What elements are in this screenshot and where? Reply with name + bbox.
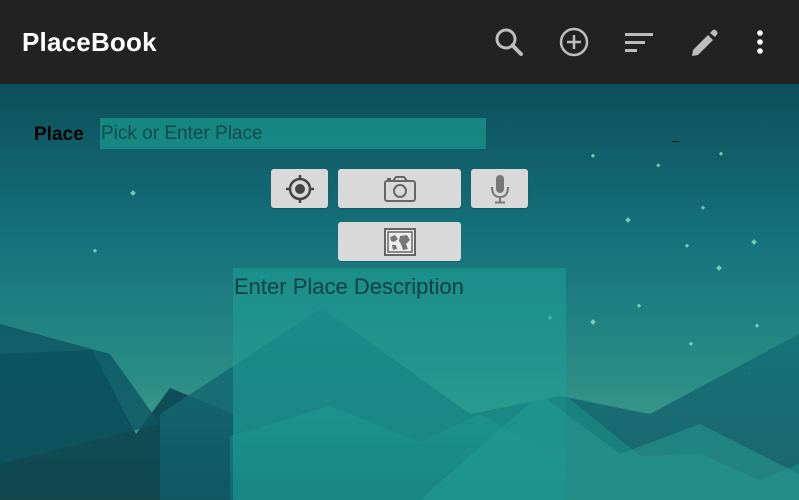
search-button[interactable] <box>489 22 529 62</box>
more-vert-icon <box>757 30 763 54</box>
voice-button[interactable] <box>471 169 528 208</box>
place-input[interactable] <box>100 118 486 149</box>
search-icon <box>495 28 523 56</box>
app-bar: PlaceBook <box>0 0 799 84</box>
divider-mark <box>672 141 679 142</box>
camera-button[interactable] <box>338 169 461 208</box>
sort-button[interactable] <box>619 22 659 62</box>
pencil-icon <box>692 29 718 56</box>
map-icon <box>383 227 416 256</box>
add-circle-icon <box>559 27 589 57</box>
more-options-button[interactable] <box>740 22 780 62</box>
microphone-icon <box>490 174 509 203</box>
sort-icon <box>625 33 653 52</box>
description-textarea[interactable]: Enter Place Description <box>233 268 566 500</box>
app-title: PlaceBook <box>22 27 157 57</box>
locate-button[interactable] <box>271 169 328 208</box>
description-placeholder: Enter Place Description <box>234 274 464 299</box>
edit-button[interactable] <box>684 22 724 62</box>
map-button[interactable] <box>338 222 461 261</box>
camera-icon <box>383 175 416 202</box>
crosshair-icon <box>285 174 314 203</box>
add-button[interactable] <box>554 22 594 62</box>
place-label: Place <box>34 124 84 145</box>
